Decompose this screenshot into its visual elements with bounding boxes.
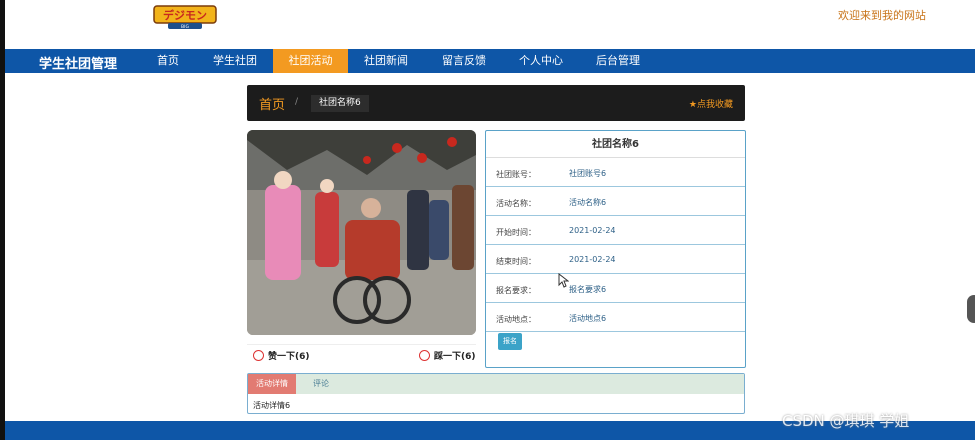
favorite-label: 点我收藏 (696, 100, 733, 110)
star-icon: ★ (688, 100, 697, 110)
dislike-label: 踩一下(6) (434, 352, 476, 362)
info-row-activity-name: 活动名称： 活动名称6 (486, 187, 745, 216)
info-value: 2021-02-24 (569, 255, 616, 264)
activity-info-panel: 社团名称6 社团账号： 社团账号6 活动名称： 活动名称6 开始时间： 2021… (485, 130, 746, 368)
info-row-location: 活动地点： 活动地点6 (486, 303, 745, 332)
info-value: 活动名称6 (569, 198, 607, 207)
main-nav: 学生社团管理 首页 学生社团 社团活动 社团新闻 留言反馈 个人中心 后台管理 (5, 49, 975, 73)
tab-activity-details[interactable]: 活动详情 (248, 374, 296, 394)
watermark: CSDN @琪琪 学姐 (782, 412, 910, 430)
apply-button[interactable]: 报名 (498, 333, 522, 350)
frown-icon (419, 350, 430, 361)
breadcrumb: 首页 / 社团名称6 ★点我收藏 (247, 85, 745, 121)
info-label: 报名要求： (496, 286, 536, 295)
welcome-text: 欢迎来到我的网站 (838, 9, 926, 22)
breadcrumb-separator: / (295, 97, 299, 107)
info-row-requirements: 报名要求： 报名要求6 (486, 274, 745, 303)
info-label: 活动地点： (496, 315, 536, 324)
mouse-cursor-icon (558, 273, 569, 288)
info-row-start-time: 开始时间： 2021-02-24 (486, 216, 745, 245)
like-label: 赞一下(6) (268, 352, 310, 362)
nav-item-student-clubs[interactable]: 学生社团 (206, 49, 264, 73)
info-label: 活动名称： (496, 199, 536, 208)
nav-item-club-activities[interactable]: 社团活动 (273, 49, 348, 73)
info-value: 报名要求6 (569, 285, 607, 294)
breadcrumb-home[interactable]: 首页 (259, 94, 285, 113)
info-row-end-time: 结束时间： 2021-02-24 (486, 245, 745, 274)
info-label: 开始时间： (496, 228, 536, 237)
info-label: 社团账号： (496, 170, 536, 179)
detail-tabs: 活动详情 评论 活动详情6 (247, 373, 745, 414)
nav-item-feedback[interactable]: 留言反馈 (435, 49, 493, 73)
info-value: 活动地点6 (569, 314, 607, 323)
smile-icon (253, 350, 264, 361)
tab-comments[interactable]: 评论 (296, 374, 346, 394)
nav-item-home[interactable]: 首页 (150, 49, 186, 73)
info-value: 2021-02-24 (569, 226, 616, 235)
info-row-account: 社团账号： 社团账号6 (486, 158, 745, 187)
event-photo (247, 130, 476, 335)
favorite-button[interactable]: ★点我收藏 (689, 97, 733, 110)
breadcrumb-current: 社团名称6 (311, 95, 369, 112)
nav-brand[interactable]: 学生社团管理 (39, 53, 117, 72)
scroll-handle[interactable] (967, 295, 975, 323)
nav-item-profile[interactable]: 个人中心 (512, 49, 570, 73)
vote-bar: 赞一下(6) 踩一下(6) (247, 344, 476, 366)
tab-content: 活动详情6 (253, 401, 291, 410)
digimon-logo[interactable]: デジモン BIG (152, 3, 218, 31)
club-name-title: 社团名称6 (486, 131, 745, 158)
nav-item-club-news[interactable]: 社团新闻 (357, 49, 415, 73)
info-value: 社团账号6 (569, 169, 607, 178)
svg-text:BIG: BIG (181, 24, 189, 30)
svg-text:デジモン: デジモン (163, 8, 207, 22)
info-label: 结束时间： (496, 257, 536, 266)
dislike-button[interactable]: 踩一下(6) (419, 349, 476, 362)
like-button[interactable]: 赞一下(6) (253, 349, 310, 362)
nav-item-admin[interactable]: 后台管理 (589, 49, 647, 73)
tab-strip: 活动详情 评论 (248, 374, 744, 394)
